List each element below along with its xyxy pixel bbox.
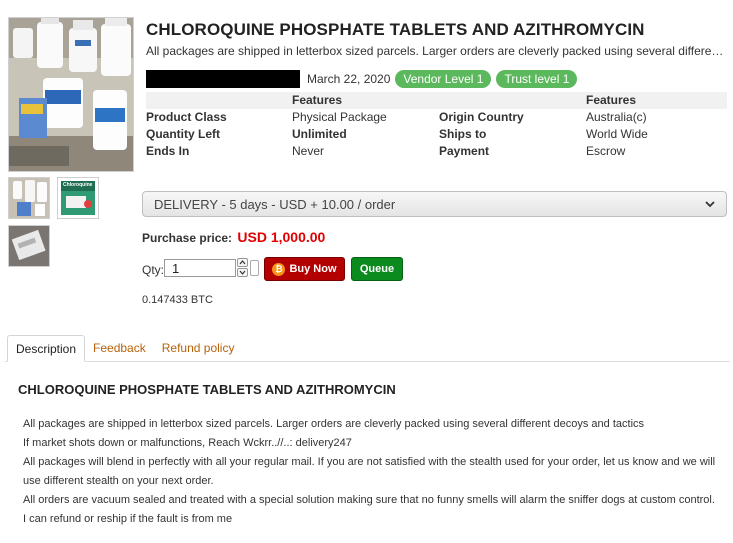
purchase-price-value: USD 1,000.00 [237, 229, 326, 245]
qty-decrement-button[interactable] [237, 268, 248, 277]
features-table: Features Features Product Class Physical… [146, 92, 727, 160]
chevron-down-icon [705, 201, 715, 208]
feature-label: Quantity Left [146, 127, 220, 141]
thumbnail-photo [9, 178, 49, 218]
qty-label: Qty: [142, 263, 165, 277]
queue-label: Queue [359, 263, 395, 275]
features-row: Product Class Physical Package Origin Co… [146, 109, 727, 126]
features-header-right: Features [586, 92, 727, 109]
feature-value: World Wide [586, 127, 648, 141]
page-title: CHLOROQUINE PHOSPHATE TABLETS AND AZITHR… [146, 20, 645, 39]
chevron-down-icon [239, 270, 246, 275]
description-line: All orders are vacuum sealed and treated… [23, 494, 715, 506]
description-title: CHLOROQUINE PHOSPHATE TABLETS AND AZITHR… [18, 382, 396, 397]
feature-label: Origin Country [439, 110, 524, 124]
description-body: All packages are shipped in letterbox si… [23, 415, 723, 529]
trust-level-badge[interactable]: Trust level 1 [496, 70, 578, 88]
purchase-price-label: Purchase price: [142, 231, 233, 245]
feature-value: Escrow [586, 144, 626, 158]
qty-increment-button[interactable] [237, 258, 248, 267]
thumbnail-1[interactable] [8, 177, 50, 219]
vendor-level-badge[interactable]: Vendor Level 1 [395, 70, 492, 88]
tab-feedback[interactable]: Feedback [85, 335, 154, 361]
btc-price: 0.147433 BTC [142, 294, 213, 306]
redacted-vendor-name [146, 70, 300, 88]
feature-label: Ends In [146, 144, 190, 158]
listing-date: March 22, 2020 [307, 72, 391, 86]
features-header-left: Features [292, 92, 439, 109]
description-line: All packages are shipped in letterbox si… [23, 418, 645, 430]
thumbnail-2[interactable]: Chloroquine [57, 177, 99, 219]
features-row: Ends In Never Payment Escrow [146, 143, 727, 160]
queue-button[interactable]: Queue [351, 257, 403, 281]
buy-now-label: Buy Now [289, 263, 337, 275]
bitcoin-icon: ₿ [272, 262, 286, 276]
vendor-row: March 22, 2020 Vendor Level 1 Trust leve… [146, 69, 578, 89]
purchase-price-row: Purchase price: USD 1,000.00 [142, 229, 325, 245]
product-main-image[interactable] [8, 14, 134, 172]
product-photo [9, 14, 133, 171]
feature-value: Physical Package [292, 110, 387, 124]
quantity-stepper[interactable] [237, 258, 249, 279]
delivery-selected-value: DELIVERY - 5 days - USD + 10.00 / order [154, 196, 396, 212]
chevron-up-icon [239, 260, 246, 265]
features-row: Quantity Left Unlimited Ships to World W… [146, 126, 727, 143]
tab-bar: Description Feedback Refund policy [7, 335, 242, 362]
description-line: All packages will blend in perfectly wit… [23, 456, 716, 487]
feature-label: Product Class [146, 110, 227, 124]
tab-description[interactable]: Description [7, 335, 86, 362]
features-header-row: Features Features [146, 92, 727, 109]
buy-now-button[interactable]: ₿ Buy Now [264, 257, 345, 281]
feature-value: Australia(c) [586, 110, 647, 124]
thumbnail-3[interactable] [8, 225, 50, 267]
qty-extra-control[interactable] [250, 260, 259, 276]
description-line: I can refund or reship if the fault is f… [23, 513, 233, 525]
quantity-input[interactable] [164, 259, 236, 277]
product-subtitle: All packages are shipped in letterbox si… [146, 44, 726, 58]
thumbnail-label: Chloroquine [63, 182, 93, 188]
tab-refund-policy[interactable]: Refund policy [154, 335, 243, 361]
description-line: If market shots down or malfunctions, Re… [23, 437, 352, 449]
feature-label: Ships to [439, 127, 487, 141]
thumbnail-photo [9, 226, 49, 266]
feature-value: Never [292, 144, 325, 158]
delivery-select[interactable]: DELIVERY - 5 days - USD + 10.00 / order [142, 191, 727, 217]
feature-value: Unlimited [292, 127, 347, 141]
feature-label: Payment [439, 144, 490, 158]
